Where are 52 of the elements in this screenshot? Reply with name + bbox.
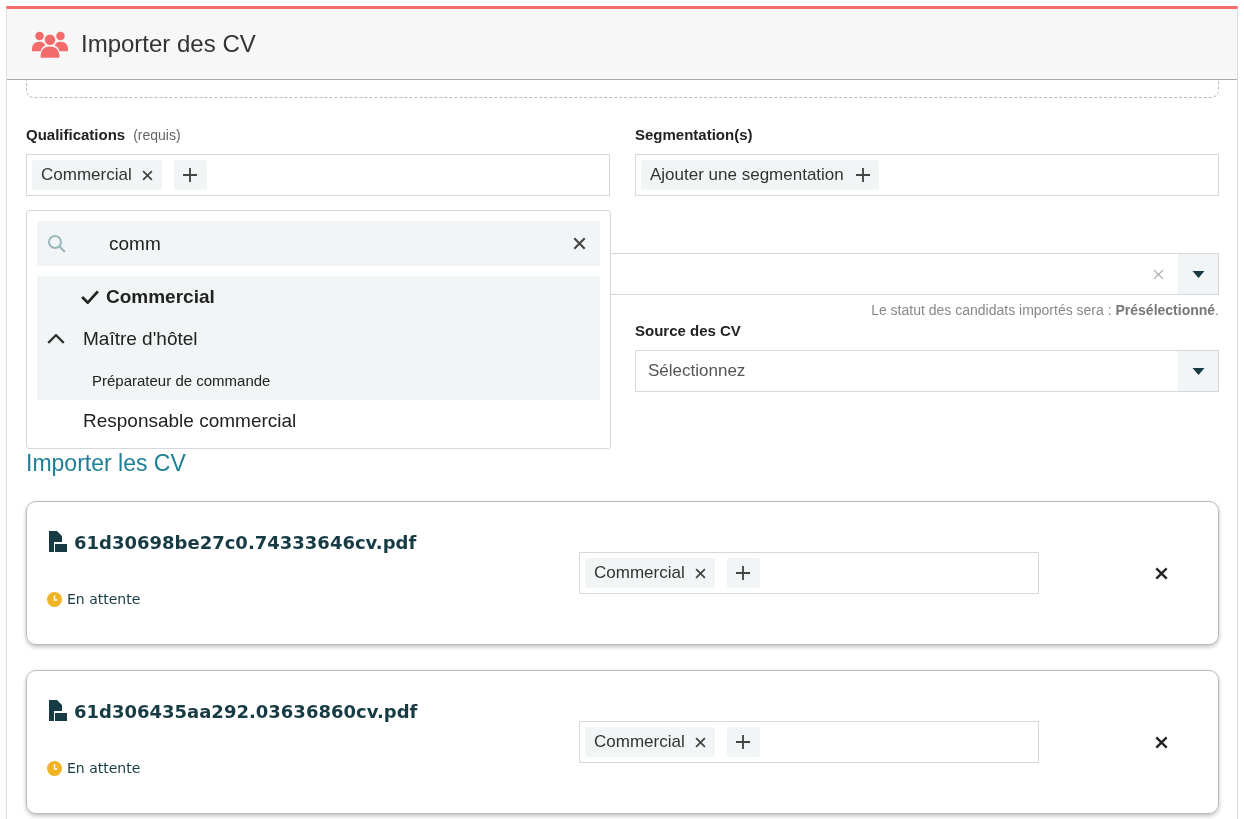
plus-icon	[736, 566, 751, 580]
caret-button[interactable]	[1178, 351, 1218, 391]
caret-icon	[1191, 367, 1205, 375]
dropdown-option[interactable]: Commercial	[37, 276, 600, 318]
qualifications-field[interactable]: Commercial	[26, 154, 610, 196]
tag-label: Commercial	[41, 165, 132, 185]
qualifications-field[interactable]: Commercial	[579, 552, 1039, 594]
plus-icon	[855, 168, 870, 182]
qualifications-field[interactable]: Commercial	[579, 721, 1039, 763]
plus-icon	[736, 735, 751, 749]
remove-icon[interactable]	[694, 736, 706, 748]
caret-button[interactable]	[1178, 254, 1218, 294]
add-button[interactable]	[726, 558, 760, 588]
search-input[interactable]: comm	[67, 231, 573, 256]
field-label: Segmentation(s)	[635, 126, 753, 143]
dropdown-option[interactable]: Responsable commercial	[37, 400, 600, 442]
field-label: Qualifications	[26, 126, 126, 143]
chevron-up-icon[interactable]	[47, 334, 65, 344]
status-note: Le statut des candidats importés sera : Présélectionné.	[870, 302, 1219, 318]
check-icon	[81, 290, 99, 304]
clock-icon	[47, 760, 62, 776]
remove-icon[interactable]	[141, 169, 153, 181]
tag-label: Commercial	[594, 563, 685, 583]
source-input[interactable]: Sélectionnez	[636, 360, 1178, 382]
remove-icon[interactable]	[694, 567, 706, 579]
add-button[interactable]	[173, 160, 207, 190]
file-status: En attente	[67, 591, 141, 607]
close-icon	[1155, 735, 1168, 749]
clear-icon[interactable]	[573, 237, 586, 250]
add-segmentation-button[interactable]: Ajouter une segmentation	[641, 160, 879, 190]
section-heading: Importer les CV	[26, 450, 187, 476]
file-status: En attente	[67, 760, 141, 776]
close-icon	[1155, 566, 1168, 580]
required-hint: (requis)	[133, 127, 181, 143]
pdf-file-icon	[47, 700, 67, 722]
file-name: 61d30698be27c0.74333646cv.pdf	[74, 531, 417, 553]
plus-icon	[183, 168, 198, 182]
search-icon	[47, 233, 67, 254]
source-select[interactable]: Sélectionnez	[635, 350, 1219, 392]
add-button[interactable]	[726, 727, 760, 757]
dropdown-option[interactable]: Maître d'hôtel	[37, 318, 600, 360]
page-title: Importer des CV	[81, 30, 256, 58]
file-name: 61d306435aa292.03636860cv.pdf	[74, 700, 418, 722]
segmentation-field[interactable]: Ajouter une segmentation	[635, 154, 1219, 196]
field-label: Source des CV	[635, 322, 741, 339]
dropdown-suboption[interactable]: Préparateur de commande	[37, 360, 600, 400]
pdf-file-icon	[47, 531, 67, 553]
caret-icon	[1191, 270, 1205, 278]
search-field[interactable]: comm	[37, 221, 600, 266]
tag-label: Commercial	[594, 732, 685, 752]
people-icon	[31, 29, 69, 59]
clock-icon	[47, 591, 62, 607]
